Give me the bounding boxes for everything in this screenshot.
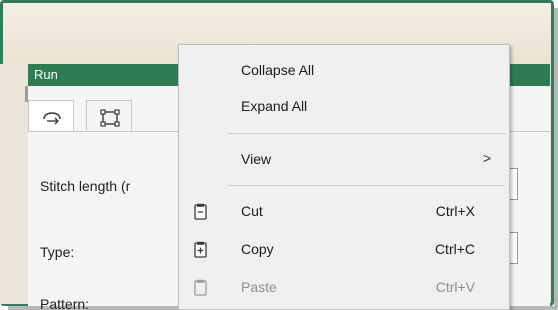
menu-item-label: Cut xyxy=(241,203,263,219)
menu-item-label: Copy xyxy=(241,241,274,257)
menu-item-collapse-all[interactable]: Collapse All xyxy=(179,57,509,85)
copy-icon xyxy=(194,241,207,258)
context-menu: Collapse All Expand All View > Cut Ctrl+… xyxy=(178,44,510,310)
frame-shadow-right xyxy=(554,8,558,310)
menu-item-copy[interactable]: Copy Ctrl+C xyxy=(179,236,509,264)
cut-icon xyxy=(194,203,207,220)
menu-item-paste[interactable]: Paste Ctrl+V xyxy=(179,274,509,302)
menu-item-shortcut: Ctrl+V xyxy=(435,279,475,295)
type-select-edge[interactable] xyxy=(510,232,518,264)
tab-run-path[interactable] xyxy=(28,100,74,132)
screenshot-frame: Run Stitch length (r Type: Pattern: Coll… xyxy=(0,0,558,310)
run-path-icon xyxy=(43,112,61,125)
menu-item-cut[interactable]: Cut Ctrl+X xyxy=(179,198,509,226)
menu-item-label: Collapse All xyxy=(241,62,315,78)
stitch-length-label: Stitch length (r xyxy=(40,178,131,194)
type-label: Type: xyxy=(40,244,75,260)
tab-bounding-box[interactable] xyxy=(86,100,132,132)
left-sidebar-edge xyxy=(0,64,28,304)
menu-item-label: View xyxy=(241,151,272,167)
paste-icon xyxy=(194,279,207,296)
menu-separator xyxy=(227,185,505,186)
menu-separator xyxy=(227,133,505,134)
menu-item-shortcut: Ctrl+C xyxy=(434,241,475,257)
tab-strip xyxy=(28,92,188,132)
menu-item-expand-all[interactable]: Expand All xyxy=(179,93,509,121)
submenu-arrow-icon: > xyxy=(482,150,491,166)
pattern-label: Pattern: xyxy=(40,296,90,310)
stitch-length-input-edge[interactable] xyxy=(510,168,518,200)
menu-item-label: Expand All xyxy=(241,98,308,114)
menu-item-view[interactable]: View > xyxy=(179,146,509,174)
menu-item-label: Paste xyxy=(241,279,277,295)
bounding-box-icon xyxy=(100,109,120,127)
menu-item-shortcut: Ctrl+X xyxy=(435,203,475,219)
